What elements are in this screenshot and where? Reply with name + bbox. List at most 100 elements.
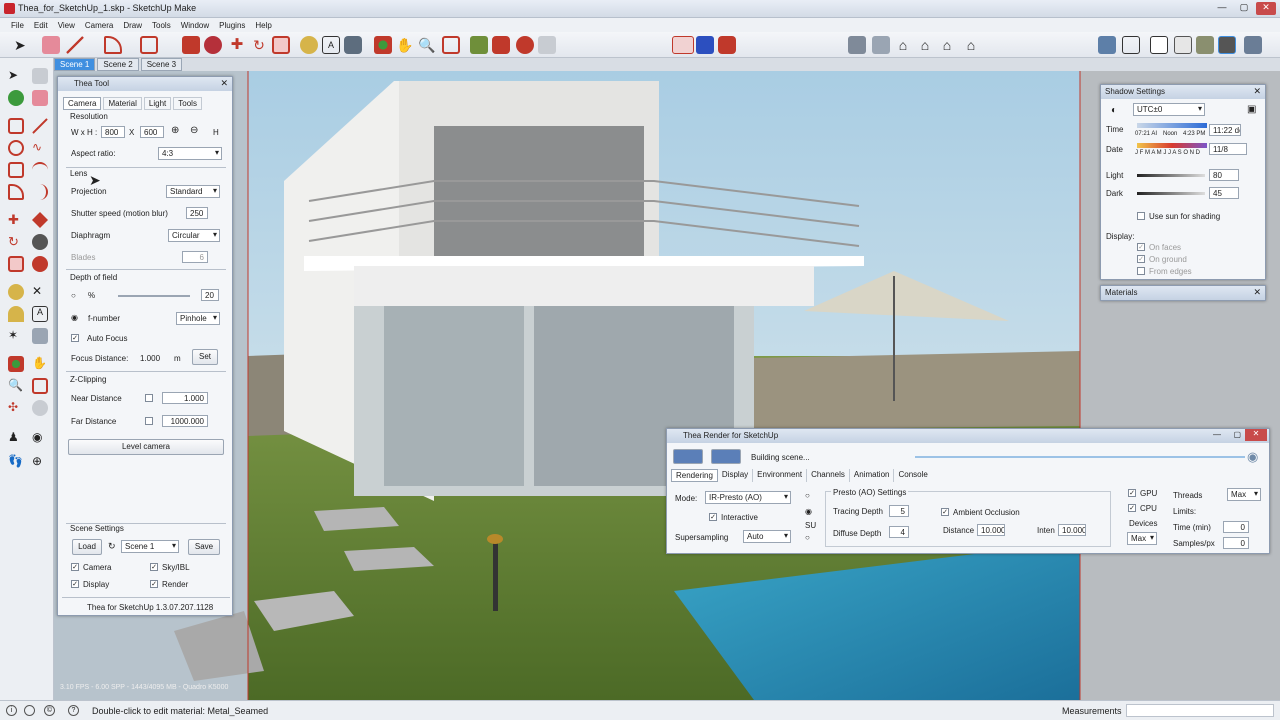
light-input[interactable]: 80 [1209,169,1239,181]
render-checkbox[interactable]: ✓ [150,580,158,588]
refresh-icon[interactable]: ↻ [108,541,116,552]
tab-animation[interactable]: Animation [850,469,895,482]
shaded-style-icon[interactable] [1174,36,1192,54]
dimension-tool-icon[interactable]: ✕ [32,284,48,300]
dark-input[interactable]: 45 [1209,187,1239,199]
close-icon[interactable]: ✕ [1245,429,1267,441]
on-ground-checkbox[interactable]: ✓ [1137,255,1145,263]
tab-scene-3[interactable]: Scene 3 [140,58,183,71]
display-checkbox[interactable]: ✓ [71,580,79,588]
iso-view-icon[interactable] [848,36,866,54]
previous-view-tool-icon[interactable] [32,400,48,416]
move-tool-icon[interactable]: ✚ [8,212,24,228]
autofocus-checkbox[interactable]: ✓ [71,334,79,342]
tab-rendering[interactable]: Rendering [671,469,718,482]
projection-select[interactable]: Standard [166,185,220,198]
pie-tool-icon[interactable] [8,184,24,200]
zoom-tool-icon[interactable]: 🔍 [8,378,24,394]
load-scene-button[interactable]: Load [72,539,102,555]
tab-camera[interactable]: Camera [63,97,102,110]
zoom-out-icon[interactable]: ⊖ [190,125,198,136]
aspect-select[interactable]: 4:3 [158,147,222,160]
date-input[interactable]: 11/8 [1209,143,1247,155]
menu-edit[interactable]: Edit [29,21,53,30]
from-edges-checkbox[interactable] [1137,267,1145,275]
percent-input[interactable]: 20 [201,289,219,301]
shadow-toggle-icon[interactable]: ◐ [1111,105,1117,116]
paint-tool-icon[interactable] [8,90,24,106]
eraser-icon[interactable] [42,36,60,54]
blades-input[interactable]: 6 [182,251,208,263]
render-stop-icon[interactable]: ◉ [1247,449,1258,465]
right-view-icon[interactable]: ⌂ [916,36,934,54]
protractor-tool-icon[interactable] [8,306,24,322]
tab-scene-1[interactable]: Scene 1 [54,58,96,71]
tab-light[interactable]: Light [143,97,172,110]
line-tool-icon[interactable] [32,118,48,134]
menu-camera[interactable]: Camera [80,21,118,30]
menu-file[interactable]: File [6,21,29,30]
diffuse-input[interactable]: 4 [889,526,909,538]
components-icon[interactable] [492,36,510,54]
look-around-tool-icon[interactable]: ◉ [32,430,48,446]
walk-tool-icon[interactable]: 👣 [8,454,24,470]
far-input[interactable]: 1000.000 [162,415,208,427]
dof-slider[interactable] [118,295,190,297]
polygon-tool-icon[interactable] [8,162,24,178]
wireframe-style-icon[interactable] [1122,36,1140,54]
tape-measure-icon[interactable] [300,36,318,54]
top-view-icon[interactable] [872,36,890,54]
shadow-titlebar[interactable]: Shadow Settings ✕ [1101,85,1265,99]
dark-slider[interactable] [1137,192,1205,195]
text-icon[interactable]: A [322,36,340,54]
paint-bucket-icon[interactable] [344,36,362,54]
freehand-tool-icon[interactable]: ∿ [32,140,48,156]
time-slider[interactable] [1137,123,1207,128]
width-input[interactable]: 800 [101,126,125,138]
on-faces-checkbox[interactable]: ✓ [1137,243,1145,251]
minimize-icon[interactable]: — [1213,430,1221,439]
scene-select[interactable]: Scene 1 [121,540,179,553]
expand-icon[interactable]: ▣ [1247,104,1256,115]
menu-draw[interactable]: Draw [118,21,147,30]
select-icon[interactable]: ➤ [14,36,32,54]
rotate-tool-icon[interactable]: ↻ [8,234,24,250]
menu-help[interactable]: Help [250,21,276,30]
select-tool-icon[interactable]: ➤ [8,68,24,84]
offset-tool-icon[interactable] [32,256,48,272]
line-icon[interactable] [66,36,84,54]
help-icon[interactable]: ? [68,705,79,716]
samples-input[interactable]: 0 [1223,537,1249,549]
orbit-icon[interactable] [374,36,392,54]
text-tool-icon[interactable]: A [32,306,48,322]
fnumber-radio[interactable]: ◉ [71,313,78,322]
rotate-icon[interactable]: ↻ [250,36,268,54]
thea-tool-titlebar[interactable]: Thea Tool ✕ [58,77,232,91]
maximize-button[interactable]: ▢ [1234,2,1254,15]
menu-tools[interactable]: Tools [147,21,176,30]
interactive-checkbox[interactable]: ✓ [709,513,717,521]
push-pull-icon[interactable] [182,36,200,54]
time-input[interactable]: 11:22 de [1209,124,1241,136]
zoom-extents-tool-icon[interactable]: ✣ [8,400,24,416]
render-radio-1[interactable]: ○ [805,491,810,500]
supersampling-select[interactable]: Auto [743,530,791,543]
position-camera-tool-icon[interactable]: ♟ [8,430,24,446]
orbit-tool-icon[interactable] [8,356,24,372]
materials-titlebar[interactable]: Materials ✕ [1101,286,1265,300]
thea-camera-icon[interactable] [718,36,736,54]
textured-style-icon[interactable] [1196,36,1214,54]
time-min-input[interactable]: 0 [1223,521,1249,533]
follow-me-icon[interactable] [204,36,222,54]
3dtext-tool-icon[interactable] [32,328,48,344]
followme-tool-icon[interactable] [32,234,48,250]
tab-console[interactable]: Console [894,469,931,482]
tab-scene-2[interactable]: Scene 2 [97,58,139,71]
warehouse-icon[interactable] [470,36,488,54]
zoom-extents-icon[interactable] [442,36,460,54]
height-input[interactable]: 600 [140,126,164,138]
geo-icon[interactable] [24,705,35,716]
arc2-tool-icon[interactable] [32,184,48,200]
gpu-checkbox[interactable]: ✓ [1128,489,1136,497]
eraser-tool-icon[interactable] [32,90,48,106]
